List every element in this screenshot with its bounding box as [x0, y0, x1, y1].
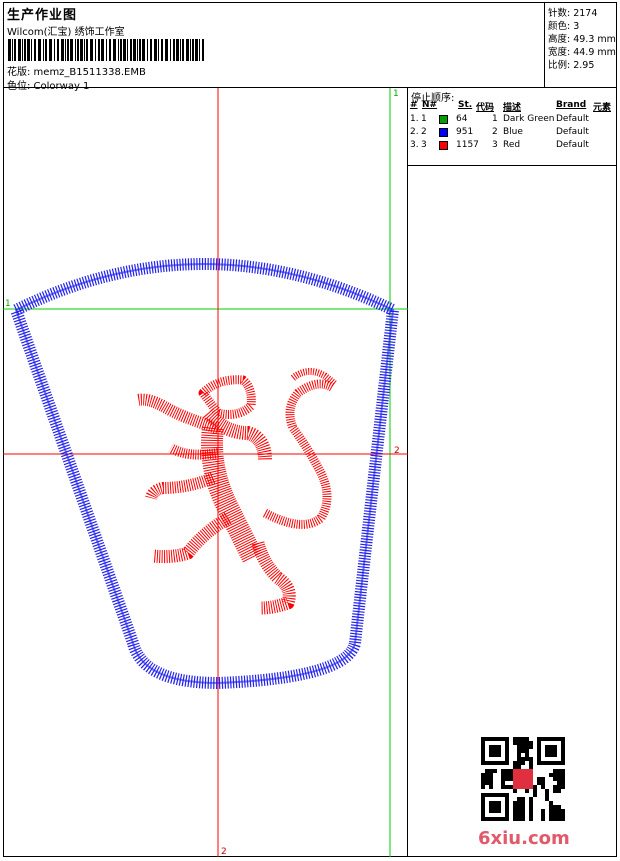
col-description: 描述 — [503, 103, 522, 113]
col-number: N# — [422, 100, 438, 110]
design-scale: 比例: 2.95 — [548, 60, 595, 71]
design-height: 高度: 49.3 mm — [548, 34, 616, 45]
row-code: 2 — [492, 127, 498, 137]
table-divider — [408, 165, 617, 166]
studio-name: Wilcom(汇宝) 绣饰工作室 — [7, 27, 125, 38]
row-index: 1. — [410, 114, 419, 124]
row-brand: Default — [556, 127, 589, 137]
row-number: 1 — [421, 114, 427, 124]
row-description: Dark Green — [503, 114, 555, 124]
stitch-count: 针数: 2174 — [548, 8, 598, 19]
barcode — [8, 39, 204, 61]
embroidery-canvas: 1 1 2 2 — [3, 88, 408, 857]
col-brand: Brand — [556, 100, 587, 110]
design-stats: 针数: 2174 颜色: 3 高度: 49.3 mm 宽度: 44.9 mm 比… — [545, 2, 617, 88]
lion-head — [198, 375, 256, 419]
col-code: 代码 — [476, 103, 495, 113]
color-count: 颜色: 3 — [548, 21, 580, 32]
row-stitches: 1157 — [456, 140, 479, 150]
row-stitches: 64 — [456, 114, 468, 124]
row-code: 1 — [492, 114, 498, 124]
row-stitches: 951 — [456, 127, 474, 137]
design-preview: 1 1 2 2 — [3, 88, 408, 857]
header-info: 生产作业图 Wilcom(汇宝) 绣饰工作室 花版: memz_B1511338… — [3, 2, 545, 92]
lion-emblem — [136, 368, 338, 615]
color-swatch — [439, 115, 448, 124]
green-marker-h: 1 — [5, 299, 11, 309]
row-description: Red — [503, 140, 521, 150]
row-number: 3 — [421, 140, 427, 150]
color-swatch — [439, 128, 448, 137]
design-width: 宽度: 44.9 mm — [548, 47, 616, 58]
table-header: # N# St. 代码 描述 Brand 元素 — [408, 100, 617, 113]
row-code: 3 — [492, 140, 498, 150]
stop-sequence-panel: 停止顺序: # N# St. 代码 描述 Brand 元素 1. 1 64 1 Dark… — [408, 88, 617, 857]
row-brand: Default — [556, 114, 589, 124]
watermark: 6xiu.com — [478, 828, 570, 849]
row-brand: Default — [556, 140, 589, 150]
green-marker-v: 1 — [393, 89, 399, 99]
color-swatch — [439, 141, 448, 150]
row-number: 2 — [421, 127, 427, 137]
row-index: 2. — [410, 127, 419, 137]
red-marker-h: 2 — [394, 446, 400, 456]
table-row: 1. 1 64 1 Dark Green Default — [408, 113, 617, 126]
col-stitches: St. — [458, 100, 473, 110]
red-marker-v: 2 — [221, 847, 227, 857]
row-index: 3. — [410, 140, 419, 150]
sheet-title: 生产作业图 — [7, 8, 78, 23]
table-row: 2. 2 951 2 Blue Default — [408, 126, 617, 139]
col-index: # — [410, 100, 418, 110]
qr-code — [481, 737, 565, 821]
table-row: 3. 3 1157 3 Red Default — [408, 139, 617, 152]
col-element: 元素 — [593, 103, 612, 113]
design-file: 花版: memz_B1511338.EMB — [7, 67, 146, 78]
row-description: Blue — [503, 127, 523, 137]
